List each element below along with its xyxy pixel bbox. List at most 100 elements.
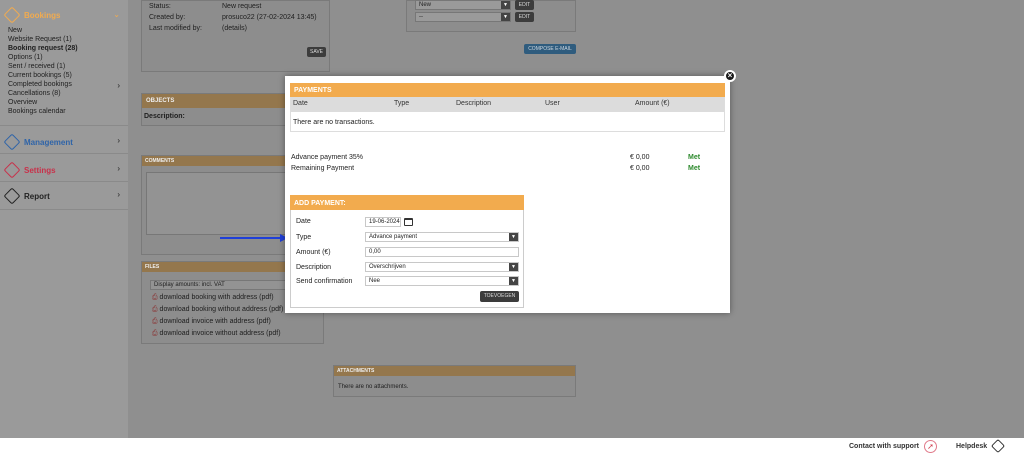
download-link[interactable]: ⎙ download booking without address (pdf) bbox=[152, 306, 283, 314]
nav-report-label: Report bbox=[24, 191, 50, 201]
management-icon bbox=[3, 133, 21, 151]
modified-value[interactable]: (details) bbox=[222, 25, 247, 32]
sidebar-item-website-request[interactable]: Website Request (1) bbox=[8, 36, 72, 43]
pdf-icon: ⎙ bbox=[152, 294, 160, 301]
objects-title: OBJECTS bbox=[142, 94, 285, 108]
nav-bookings-label: Bookings bbox=[24, 10, 61, 20]
date-value: 19-06-2024 bbox=[369, 219, 400, 225]
sidebar-item-sent-received[interactable]: Sent / received (1) bbox=[8, 63, 65, 70]
amount-value: 0,00 bbox=[369, 249, 381, 255]
compose-email-button[interactable]: COMPOSE E-MAIL bbox=[524, 44, 576, 54]
nav-management-label: Management bbox=[24, 137, 73, 147]
chevron-down-icon: ▼ bbox=[509, 233, 518, 241]
chevron-down-icon: ▼ bbox=[501, 1, 510, 9]
objects-panel: OBJECTS Description: bbox=[141, 93, 286, 126]
col-description: Description bbox=[456, 100, 492, 107]
payments-title: PAYMENTS bbox=[290, 83, 725, 97]
add-payment-button[interactable]: TOEVOEGEN bbox=[480, 291, 519, 302]
col-amount: Amount (€) bbox=[635, 100, 670, 107]
helpdesk-icon[interactable] bbox=[990, 438, 1006, 454]
amount-label: Amount (€) bbox=[296, 249, 331, 256]
report-icon bbox=[3, 187, 21, 205]
pdf-icon: ⎙ bbox=[152, 306, 160, 313]
sidebar-item-options[interactable]: Options (1) bbox=[8, 54, 43, 61]
edit-button[interactable]: EDIT bbox=[515, 0, 534, 10]
bookings-icon bbox=[3, 6, 21, 24]
nav-report[interactable]: Report bbox=[3, 187, 50, 205]
sidebar-item-bookings-calendar[interactable]: Bookings calendar bbox=[8, 108, 66, 115]
download-link[interactable]: ⎙ download booking with address (pdf) bbox=[152, 294, 274, 302]
nav-bookings[interactable]: Bookings bbox=[3, 6, 61, 24]
sidebar-item-overview[interactable]: Overview bbox=[8, 99, 37, 106]
footer: Contact with support ➚ Helpdesk bbox=[0, 438, 1024, 454]
nav-section-report: Report › bbox=[0, 182, 128, 210]
sidebar-item-cancellations[interactable]: Cancellations (8) bbox=[8, 90, 61, 97]
chevron-right-icon[interactable]: › bbox=[117, 136, 120, 145]
sidebar-item-current-bookings[interactable]: Current bookings (5) bbox=[8, 72, 72, 79]
created-label: Created by: bbox=[149, 14, 186, 21]
save-button[interactable]: SAVE bbox=[307, 47, 326, 57]
chevron-down-icon: ▼ bbox=[509, 263, 518, 271]
status-label: Status: bbox=[149, 3, 171, 10]
sidebar-item-booking-request[interactable]: Booking request (28) bbox=[8, 45, 78, 52]
summary-label: Remaining Payment bbox=[291, 165, 355, 172]
pdf-icon: ⎙ bbox=[152, 330, 160, 337]
calendar-icon[interactable] bbox=[404, 218, 413, 226]
chevron-right-icon[interactable]: › bbox=[117, 190, 120, 199]
settings-icon bbox=[3, 161, 21, 179]
download-link[interactable]: ⎙ download invoice without address (pdf) bbox=[152, 330, 281, 338]
chevron-down-icon[interactable]: ⌄ bbox=[113, 10, 120, 19]
amount-field[interactable]: 0,00 bbox=[365, 247, 519, 257]
date-label: Date bbox=[296, 218, 311, 225]
download-link-label: download booking without address (pdf) bbox=[159, 306, 284, 313]
rocket-icon[interactable]: ➚ bbox=[924, 440, 937, 453]
download-link-label: download invoice without address (pdf) bbox=[159, 330, 281, 337]
arrow-icon bbox=[220, 234, 288, 242]
nav-section-bookings: Bookings ⌄ New Website Request (1) Booki… bbox=[0, 0, 128, 126]
send-confirmation-label: Send confirmation bbox=[296, 278, 353, 285]
no-transactions: There are no transactions. bbox=[293, 119, 375, 126]
send-confirmation-value: Nee bbox=[369, 278, 381, 284]
description-select[interactable]: Overschrijven ▼ bbox=[365, 262, 519, 272]
summary-label: Advance payment 35% bbox=[291, 154, 363, 161]
status-panel: New ▼ EDIT -- ▼ EDIT bbox=[406, 0, 576, 32]
nav-settings[interactable]: Settings bbox=[3, 161, 56, 179]
status-badge: Met bbox=[688, 165, 701, 172]
col-type: Type bbox=[394, 100, 410, 107]
status-select[interactable]: New ▼ bbox=[415, 0, 511, 10]
amounts-select[interactable]: Display amounts: incl. VAT bbox=[150, 280, 290, 290]
nav-section-settings: Settings › bbox=[0, 154, 128, 182]
description-value: Overschrijven bbox=[369, 264, 406, 270]
modified-label: Last modified by: bbox=[149, 25, 202, 32]
type-select[interactable]: Advance payment ▼ bbox=[365, 232, 519, 242]
helpdesk-link[interactable]: Helpdesk bbox=[956, 443, 987, 450]
nav-section-management: Management › bbox=[0, 126, 128, 154]
secondary-select-value: -- bbox=[419, 14, 423, 20]
chevron-right-icon[interactable]: › bbox=[117, 81, 120, 90]
summary-amount: € 0,00 bbox=[630, 165, 650, 172]
chevron-right-icon[interactable]: › bbox=[117, 164, 120, 173]
contact-support-link[interactable]: Contact with support bbox=[849, 443, 919, 450]
description-label: Description: bbox=[144, 113, 185, 120]
status-select-value: New bbox=[419, 2, 432, 8]
summary-amount: € 0,00 bbox=[630, 154, 650, 161]
status-value: New request bbox=[222, 3, 262, 10]
download-link[interactable]: ⎙ download invoice with address (pdf) bbox=[152, 318, 271, 326]
date-field[interactable]: 19-06-2024 bbox=[365, 217, 401, 227]
nav-management[interactable]: Management bbox=[3, 133, 73, 151]
type-value: Advance payment bbox=[369, 234, 418, 240]
edit-button[interactable]: EDIT bbox=[515, 12, 534, 22]
nav-settings-label: Settings bbox=[24, 165, 56, 175]
send-confirmation-select[interactable]: Nee ▼ bbox=[365, 276, 519, 286]
attachments-panel: ATTACHMENTS There are no attachments. bbox=[333, 365, 576, 397]
secondary-select[interactable]: -- ▼ bbox=[415, 12, 511, 22]
sidebar-item-completed-bookings[interactable]: Completed bookings bbox=[8, 81, 72, 88]
attachments-title: ATTACHMENTS bbox=[334, 366, 575, 376]
attachments-empty: There are no attachments. bbox=[338, 384, 409, 390]
comments-textarea[interactable] bbox=[146, 172, 286, 235]
sidebar-item-new[interactable]: New bbox=[8, 27, 22, 34]
description-label: Description bbox=[296, 264, 332, 271]
details-panel: Status: New request Created by: prosuco2… bbox=[141, 0, 330, 72]
created-value: prosuco22 (27-02-2024 13:45) bbox=[222, 14, 317, 21]
close-icon[interactable]: × bbox=[724, 70, 736, 82]
